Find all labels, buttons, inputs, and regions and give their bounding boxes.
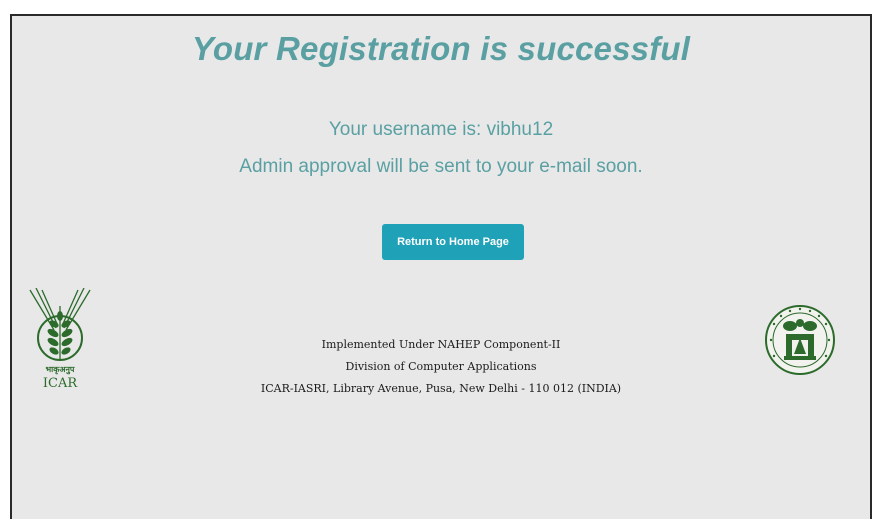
- page-title: Your Registration is successful: [191, 30, 691, 67]
- footer-line-1: Implemented Under NAHEP Component-II: [321, 338, 561, 351]
- footer-line-2: Division of Computer Applications: [345, 360, 537, 373]
- iasri-emblem-logo-icon: [765, 305, 835, 375]
- return-home-button[interactable]: Return to Home Page: [382, 224, 524, 260]
- footer: Implemented Under NAHEP Component-II Div…: [12, 334, 870, 400]
- approval-message: Admin approval will be sent to your e-ma…: [239, 156, 643, 177]
- page-container: Your Registration is successful Your use…: [10, 14, 872, 519]
- username-message: Your username is: vibhu12: [328, 119, 554, 140]
- footer-line-3: ICAR-IASRI, Library Avenue, Pusa, New De…: [260, 382, 622, 395]
- iasri-logo: [760, 296, 840, 386]
